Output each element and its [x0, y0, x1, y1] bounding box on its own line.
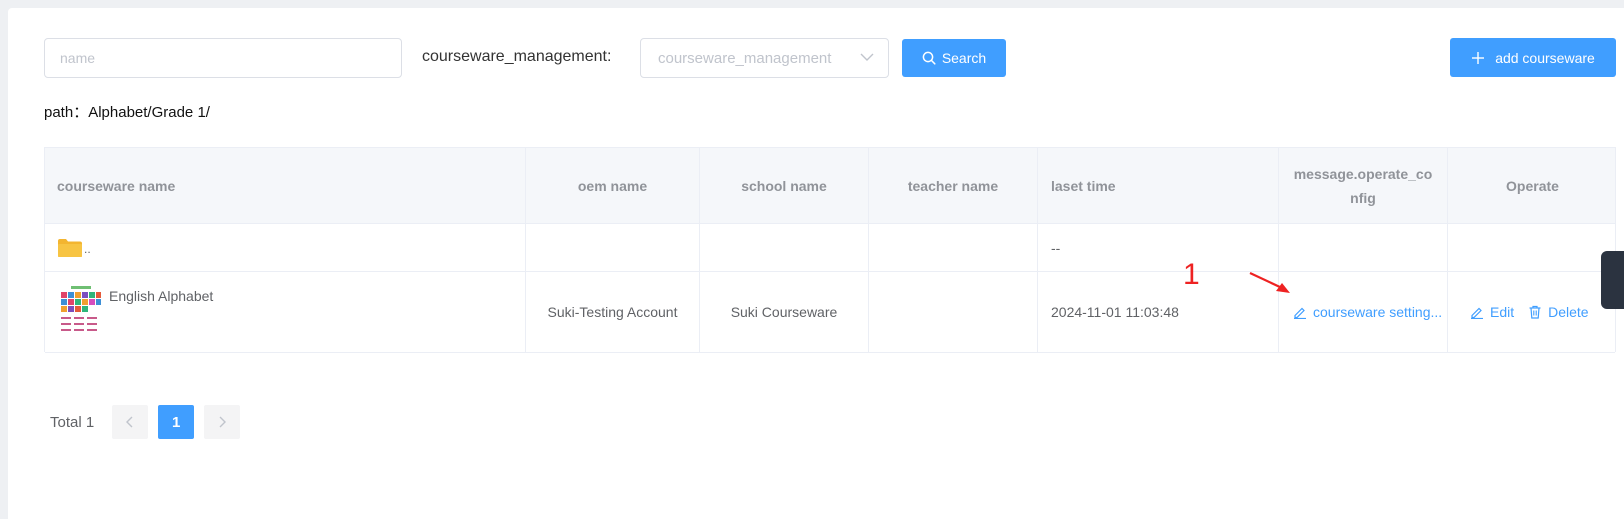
last-time-cell: --	[1038, 224, 1279, 271]
prev-page-button[interactable]	[112, 405, 149, 439]
path-label: path：	[44, 104, 89, 121]
courseware-table: courseware name oem name school name tea…	[44, 147, 1616, 353]
annotation-arrow-icon	[1249, 272, 1290, 293]
delete-label: Delete	[1548, 304, 1589, 320]
column-header-school-name: school name	[700, 148, 869, 223]
column-header-last-time: laset time	[1038, 148, 1279, 223]
teacher-name-cell	[869, 224, 1038, 271]
edit-pencil-icon	[1471, 307, 1483, 319]
table-row[interactable]: .. --	[45, 224, 1615, 272]
edit-pencil-icon	[1294, 307, 1306, 319]
path-value: Alphabet/Grade 1/	[88, 104, 210, 121]
chevron-right-icon	[219, 416, 227, 428]
search-icon	[922, 51, 936, 65]
annotation-number: 1	[1183, 258, 1200, 291]
operate-config-cell	[1279, 224, 1448, 271]
oem-name-cell	[526, 224, 700, 271]
school-name-cell	[700, 224, 869, 271]
pagination-total: Total 1	[50, 413, 95, 431]
table-row[interactable]: English Alphabet Suki-Testing Account Su…	[45, 272, 1615, 353]
school-name-cell: Suki Courseware	[700, 272, 869, 352]
courseware-setting-link[interactable]: courseware setting...	[1293, 304, 1442, 320]
edit-label: Edit	[1490, 304, 1515, 320]
next-page-button[interactable]	[204, 405, 241, 439]
folder-icon	[57, 238, 83, 258]
courseware-name-cell[interactable]: English Alphabet	[45, 272, 526, 352]
plus-icon	[1472, 51, 1485, 64]
parent-folder-name: ..	[84, 242, 91, 256]
column-header-teacher-name: teacher name	[869, 148, 1038, 223]
search-button[interactable]: Search	[902, 39, 1006, 77]
column-header-operate-config: message.operate_config	[1279, 148, 1448, 223]
chevron-left-icon	[126, 416, 133, 428]
oem-name-cell: Suki-Testing Account	[526, 272, 700, 352]
courseware-setting-label: courseware setting...	[1313, 304, 1443, 320]
operate-cell: Edit Delete	[1448, 272, 1617, 352]
name-search-input[interactable]	[44, 38, 402, 78]
edit-link[interactable]: Edit	[1470, 304, 1514, 320]
courseware-thumbnail	[57, 284, 103, 336]
courseware-name-text[interactable]: English Alphabet	[109, 288, 213, 304]
courseware-management-label: courseware_management:	[422, 48, 612, 65]
column-header-oem-name: oem name	[526, 148, 700, 223]
chevron-down-icon	[860, 53, 874, 61]
last-time-cell: 2024-11-01 11:03:48	[1038, 272, 1279, 352]
operate-cell	[1448, 224, 1617, 271]
path-breadcrumb: path：Alphabet/Grade 1/	[44, 101, 210, 122]
side-drawer-tab[interactable]	[1601, 251, 1624, 309]
column-header-courseware-name: courseware name	[45, 148, 526, 223]
delete-link[interactable]: Delete	[1528, 304, 1589, 320]
pagination: Total 1 1	[50, 405, 250, 439]
add-courseware-label: add courseware	[1495, 49, 1595, 66]
teacher-name-cell	[869, 272, 1038, 352]
operate-config-cell: courseware setting...	[1279, 272, 1448, 352]
search-button-label: Search	[941, 50, 987, 66]
add-courseware-button[interactable]: add courseware	[1450, 38, 1616, 77]
column-header-operate: Operate	[1506, 177, 1559, 194]
trash-icon	[1529, 305, 1541, 319]
table-header-row: courseware name oem name school name tea…	[45, 148, 1615, 224]
page-number-button[interactable]: 1	[158, 405, 195, 439]
parent-folder-cell[interactable]: ..	[45, 224, 526, 271]
courseware-management-select[interactable]	[640, 38, 889, 78]
